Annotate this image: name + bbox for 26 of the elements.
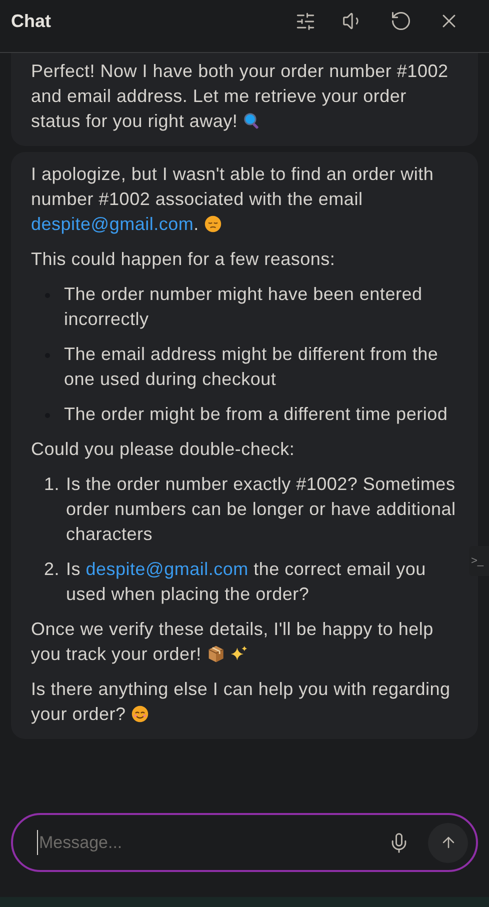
list-item-text: Is despite@gmail.com the correct email you used when placing the order? — [66, 558, 427, 606]
message-paragraph: This could happen for a few reasons: — [31, 248, 336, 271]
magnifier-icon — [242, 112, 261, 130]
list-number: 2. — [44, 558, 60, 581]
message-paragraph: Perfect! Now I have both your order number #1002 and email address. Let me retrieve your order status for you right away! — [31, 60, 450, 133]
email-link[interactable]: despite@gmail.com — [31, 214, 194, 234]
list-item-text: The order number might have been entered incorrectly — [64, 283, 424, 331]
list-number: 1. — [44, 473, 60, 496]
settings-icon[interactable] — [295, 10, 316, 32]
list-item-text: Is the order number exactly #1002? Sometimes order numbers can be longer or have additional characters — [66, 473, 457, 546]
email-link[interactable]: despite@gmail.com — [86, 559, 248, 579]
window-title: Chat — [11, 10, 52, 33]
terminal-tab[interactable]: >_ — [469, 546, 489, 576]
message-paragraph: Once we verify these details, I'll be happy to help you track your order! — [31, 618, 434, 666]
message-field[interactable]: Message... — [11, 813, 478, 872]
list-item-text: The order might be from a different time period — [64, 403, 448, 426]
message-paragraph: I apologize, but I wasn't able to find an order with number #1002 associated with the email despite@gmail.com. — [31, 163, 435, 236]
refresh-icon[interactable] — [390, 10, 412, 32]
package-icon — [206, 645, 225, 663]
sparkles-icon — [230, 645, 248, 663]
message-paragraph: Could you please double-check: — [31, 438, 296, 461]
message-input[interactable]: Message... — [37, 830, 378, 856]
message-paragraph: Is there anything else I can help you with regarding your order? — [31, 678, 452, 726]
sad-face-icon — [204, 215, 222, 233]
list-item-text: The email address might be different from the one used during checkout — [64, 343, 440, 391]
smiling-face-icon — [131, 705, 150, 723]
